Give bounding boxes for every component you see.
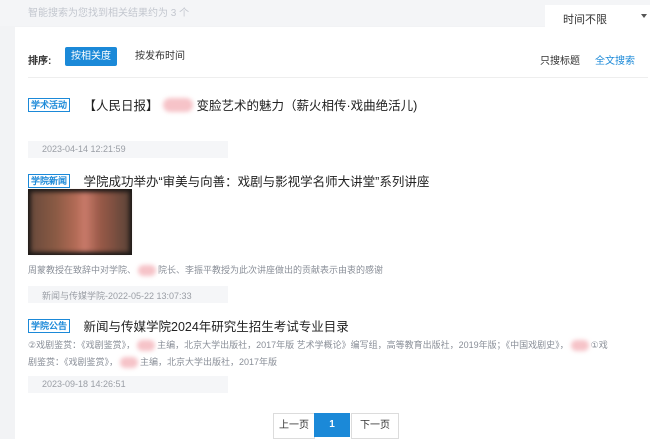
title-only-search-link[interactable]: 只搜标题 <box>540 52 580 67</box>
divider <box>28 77 648 78</box>
result-meta-1: 2023-04-14 12:21:59 <box>28 141 228 158</box>
result-count: 智能搜索为您找到相关结果约为 3 个 <box>28 8 190 19</box>
result-meta-2: 新闻与传媒学院-2022-05-22 13:07:33 <box>28 286 228 303</box>
snippet-line: ②戏剧鉴赏：《戏剧鉴赏》， 主编，北京大学出版社，2017年版 艺术学概论》编写组… <box>28 337 608 354</box>
sort-by-relevance-button[interactable]: 按相关度 <box>65 47 117 66</box>
sort-bar: 排序: 按相关度 按发布时间 只搜标题 全文搜索 <box>15 45 650 71</box>
full-text-search-link[interactable]: 全文搜索 <box>595 52 635 67</box>
snippet-line: 剧鉴赏：《戏剧鉴赏》， 主编，北京大学出版社，2017年版 <box>28 354 608 371</box>
result-snippet-3: ②戏剧鉴赏：《戏剧鉴赏》， 主编，北京大学出版社，2017年版 艺术学概论》编写组… <box>28 337 608 371</box>
snippet-text: 主编，北京大学出版社，2017年版 艺术学概论》编写组，高等教育出版社，2019… <box>157 340 569 350</box>
snippet-text: ②戏剧鉴赏：《戏剧鉴赏》， <box>28 340 136 350</box>
category-tag: 学院公告 <box>28 318 71 333</box>
title-text: 新闻与传媒学院2024年研究生招生考试专业目录 <box>83 320 349 334</box>
result-meta-3: 2023-09-18 14:26:51 <box>28 376 228 393</box>
snippet-text: ①戏 <box>590 340 608 350</box>
result-source-date: 新闻与传媒学院-2022-05-22 13:07:33 <box>42 291 192 301</box>
result-title-2[interactable]: 学院新闻 学院成功举办“审美与向善：戏剧与影视学名师大讲堂”系列讲座 <box>28 171 429 190</box>
result-title-1[interactable]: 学术活动 【人民日报】 变脸艺术的魅力（薪火相传·戏曲绝活儿) <box>28 95 417 114</box>
redacted-name <box>137 340 156 352</box>
result-thumbnail[interactable] <box>28 189 132 255</box>
snippet-text: 主编，北京大学出版社，2017年版 <box>140 357 278 367</box>
redacted-name <box>120 357 139 369</box>
title-text: 学院成功举办“审美与向善：戏剧与影视学名师大讲堂”系列讲座 <box>83 175 430 189</box>
result-title-3[interactable]: 学院公告 新闻与传媒学院2024年研究生招生考试专业目录 <box>28 316 349 335</box>
snippet-text: 周蒙教授在致辞中对学院、 <box>28 265 137 275</box>
time-filter-select[interactable]: 时间不限 <box>545 5 650 27</box>
results-panel: 排序: 按相关度 按发布时间 只搜标题 全文搜索 学术活动 【人民日报】 变脸艺术… <box>15 27 650 439</box>
sort-by-date-button[interactable]: 按发布时间 <box>129 47 191 66</box>
chevron-down-icon <box>641 14 647 18</box>
category-tag: 学院新闻 <box>28 173 71 188</box>
redacted-name <box>570 340 589 352</box>
prev-page-button[interactable]: 上一页 <box>273 413 315 439</box>
result-date: 2023-09-18 14:26:51 <box>42 379 126 389</box>
category-tag: 学术活动 <box>28 97 71 112</box>
result-snippet-2: 周蒙教授在致辞中对学院、 院长、李振平教授为此次讲座做出的贡献表示由衷的感谢 <box>28 262 383 279</box>
thumbnail-image <box>31 192 129 252</box>
result-date: 2023-04-14 12:21:59 <box>42 144 126 154</box>
time-filter-value: 时间不限 <box>563 14 607 26</box>
page-1-button[interactable]: 1 <box>314 413 350 437</box>
snippet-text: 剧鉴赏：《戏剧鉴赏》， <box>28 357 119 367</box>
redacted-name <box>162 97 193 112</box>
redacted-name <box>138 265 157 277</box>
title-text: 【人民日报】 <box>83 99 159 113</box>
snippet-text: 院长、李振平教授为此次讲座做出的贡献表示由衷的感谢 <box>158 265 384 275</box>
sort-label: 排序: <box>28 56 52 67</box>
title-text: 变脸艺术的魅力（薪火相传·戏曲绝活儿) <box>196 99 418 113</box>
next-page-button[interactable]: 下一页 <box>351 413 399 439</box>
